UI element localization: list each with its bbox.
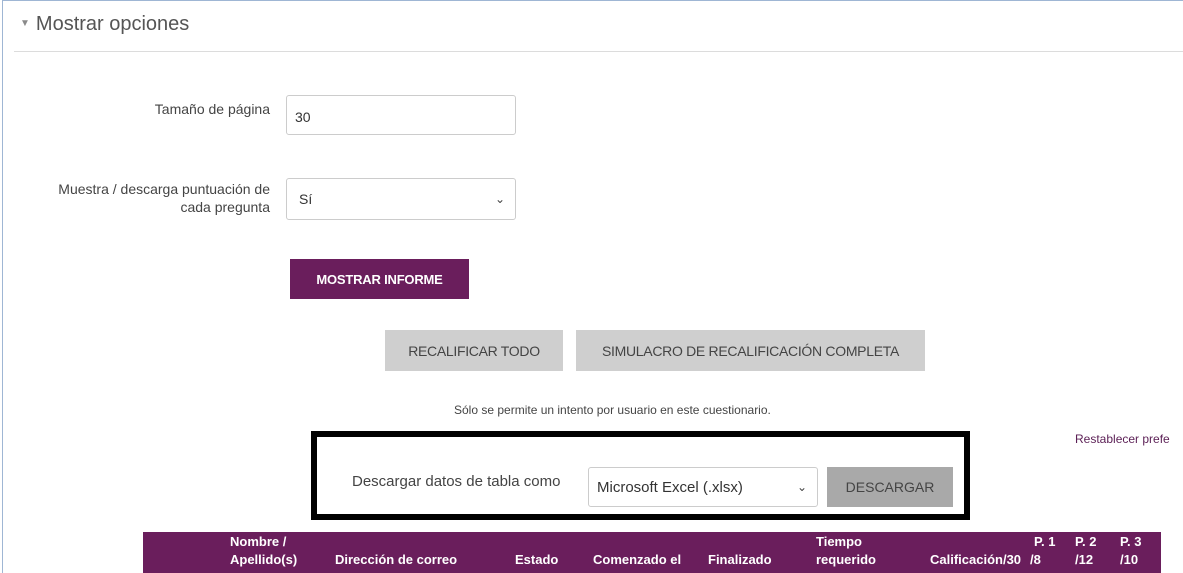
header-q2-line2: /12: [1075, 552, 1094, 567]
download-button[interactable]: DESCARGAR: [827, 467, 953, 507]
show-marks-label: Muestra / descarga puntuación de cada pr…: [10, 180, 270, 216]
header-q1[interactable]: P. 1 /8: [1030, 533, 1056, 569]
section-title: Mostrar opciones: [35, 13, 190, 35]
header-q1-line1: P. 1: [1034, 534, 1056, 549]
header-name-line2: Apellido(s): [230, 552, 298, 567]
header-q1-line2: /8: [1030, 552, 1041, 567]
header-name-line1: Nombre /: [230, 534, 287, 549]
header-q3-line2: /10: [1120, 552, 1139, 567]
download-format-select[interactable]: Microsoft Excel (.xlsx) ⌄: [588, 467, 818, 507]
header-email[interactable]: Dirección de correo: [335, 551, 457, 569]
dry-run-regrade-button[interactable]: SIMULACRO DE RECALIFICACIÓN COMPLETA: [576, 330, 925, 371]
attempts-note: Sólo se permite un intento por usuario e…: [454, 403, 771, 417]
divider: [14, 51, 1183, 52]
reset-preferences-link[interactable]: Restablecer prefe: [1075, 432, 1170, 446]
header-q2[interactable]: P. 2 /12: [1075, 533, 1096, 569]
regrade-all-button[interactable]: RECALIFICAR TODO: [385, 330, 563, 371]
results-table-header: Nombre / Apellido(s) Dirección de correo…: [143, 532, 1161, 573]
header-time[interactable]: Tiempo requerido: [816, 533, 876, 569]
page-size-value: 30: [295, 109, 311, 125]
chevron-down-icon: ⌄: [494, 192, 505, 206]
show-marks-select[interactable]: Sí ⌄: [286, 178, 516, 220]
header-started[interactable]: Comenzado el: [593, 551, 681, 569]
triangle-down-icon: ▼: [20, 18, 30, 29]
header-time-line2: requerido: [816, 552, 876, 567]
header-time-line1: Tiempo: [816, 534, 862, 549]
header-finished[interactable]: Finalizado: [708, 551, 772, 569]
header-q3-line1: P. 3: [1120, 534, 1142, 549]
download-format-value: Microsoft Excel (.xlsx): [597, 478, 743, 496]
download-label: Descargar datos de tabla como: [352, 473, 561, 490]
chevron-down-icon: ⌄: [796, 480, 807, 494]
header-q2-line1: P. 2: [1075, 534, 1097, 549]
header-name[interactable]: Nombre / Apellido(s): [230, 533, 297, 569]
page-size-input[interactable]: 30: [286, 95, 516, 135]
header-grade[interactable]: Calificación/30: [930, 551, 1021, 569]
show-marks-label-line1: Muestra / descarga puntuación de: [58, 181, 270, 197]
header-state[interactable]: Estado: [515, 551, 558, 569]
show-marks-value: Sí: [299, 191, 313, 207]
show-marks-label-line2: cada pregunta: [180, 199, 270, 215]
page-size-label: Tamaño de página: [154, 101, 270, 117]
show-report-button[interactable]: MOSTRAR INFORME: [290, 259, 469, 299]
header-q3[interactable]: P. 3 /10: [1120, 533, 1141, 569]
show-options-toggle[interactable]: ▼ Mostrar opciones: [20, 13, 189, 36]
